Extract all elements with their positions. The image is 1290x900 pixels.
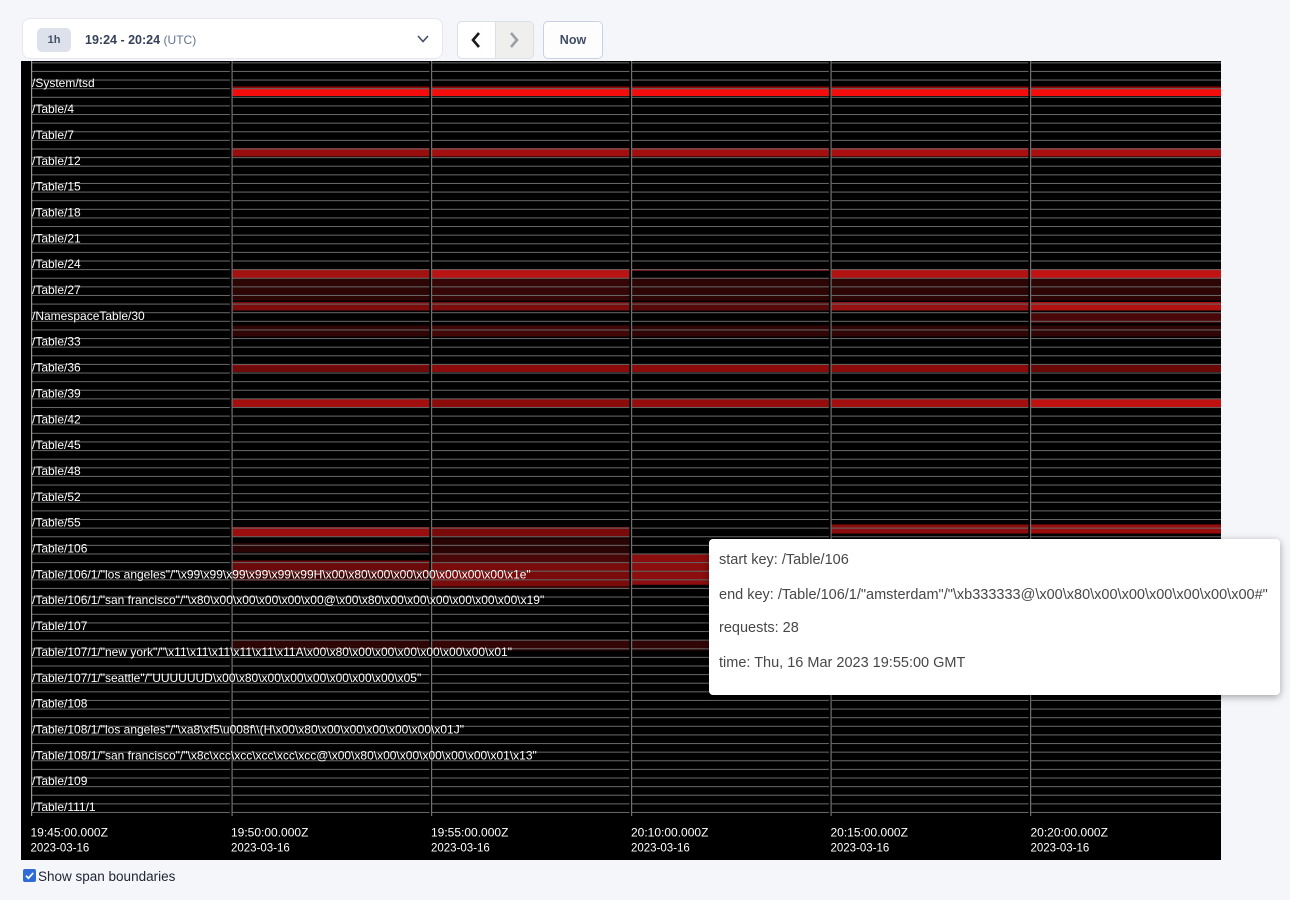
svg-text:/Table/109: /Table/109 [32,774,88,788]
svg-text:2023-03-16: 2023-03-16 [831,843,890,855]
svg-text:/Table/108/1/"san francisco"/": /Table/108/1/"san francisco"/"\x8c\xcc\x… [32,748,537,762]
svg-text:/Table/27: /Table/27 [32,283,81,297]
svg-text:/Table/108/1/"los angeles"/"\x: /Table/108/1/"los angeles"/"\xa8\xf5\u00… [32,722,464,736]
svg-text:20:10:00.000Z: 20:10:00.000Z [631,826,708,840]
svg-text:2023-03-16: 2023-03-16 [1031,843,1090,855]
svg-text:19:50:00.000Z: 19:50:00.000Z [231,826,308,840]
svg-text:/Table/36: /Table/36 [32,361,81,375]
svg-text:/Table/33: /Table/33 [32,335,81,349]
svg-text:/Table/111/1: /Table/111/1 [32,800,96,814]
svg-text:/Table/45: /Table/45 [32,438,81,452]
svg-text:/Table/42: /Table/42 [32,412,81,426]
svg-text:/Table/106: /Table/106 [32,542,88,556]
svg-text:19:55:00.000Z: 19:55:00.000Z [431,826,508,840]
svg-text:/Table/107: /Table/107 [32,619,88,633]
svg-text:/System/tsd: /System/tsd [32,76,95,90]
svg-text:/Table/107/1/"new york"/"\x11\: /Table/107/1/"new york"/"\x11\x11\x11\x1… [32,645,512,659]
svg-text:/Table/108: /Table/108 [32,697,88,711]
svg-text:2023-03-16: 2023-03-16 [31,843,90,855]
svg-text:/Table/4: /Table/4 [32,102,74,116]
svg-text:/Table/18: /Table/18 [32,205,81,219]
svg-text:/Table/107/1/"seattle"/"UUUUUU: /Table/107/1/"seattle"/"UUUUUUD\x00\x80\… [32,671,421,685]
svg-text:2023-03-16: 2023-03-16 [231,843,290,855]
svg-text:/Table/48: /Table/48 [32,464,81,478]
svg-text:/Table/52: /Table/52 [32,490,81,504]
svg-text:20:20:00.000Z: 20:20:00.000Z [1031,826,1108,840]
svg-text:/Table/39: /Table/39 [32,386,81,400]
svg-text:19:45:00.000Z: 19:45:00.000Z [31,826,108,840]
svg-text:/Table/106/1/"los angeles"/"\x: /Table/106/1/"los angeles"/"\x99\x99\x99… [32,567,531,581]
svg-text:/Table/12: /Table/12 [32,154,81,168]
svg-text:2023-03-16: 2023-03-16 [631,843,690,855]
svg-text:/Table/15: /Table/15 [32,180,81,194]
svg-text:/Table/7: /Table/7 [32,128,74,142]
svg-text:/Table/24: /Table/24 [32,257,81,271]
svg-text:/Table/21: /Table/21 [32,231,81,245]
svg-text:/NamespaceTable/30: /NamespaceTable/30 [32,309,145,323]
svg-text:20:15:00.000Z: 20:15:00.000Z [831,826,908,840]
svg-text:2023-03-16: 2023-03-16 [431,843,490,855]
svg-text:/Table/106/1/"san francisco"/": /Table/106/1/"san francisco"/"\x80\x00\x… [32,593,544,607]
svg-text:/Table/55: /Table/55 [32,516,81,530]
